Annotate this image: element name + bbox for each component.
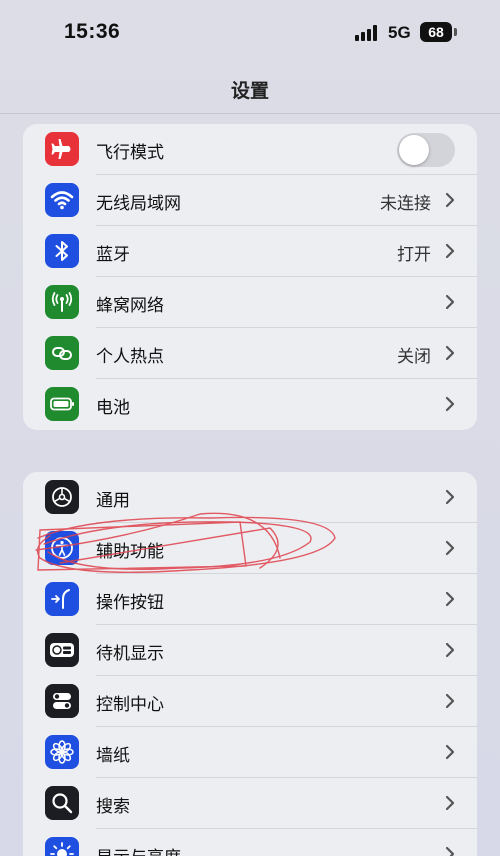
search-icon [45,786,79,820]
chevron-right-icon [445,294,455,310]
row-label: 个人热点 [96,347,164,367]
chevron-right-icon [445,489,455,505]
chevron-right-icon [445,540,455,556]
row-bluetooth[interactable]: 蓝牙 打开 [23,226,477,277]
row-cellular[interactable]: 蜂窝网络 [23,277,477,328]
wallpaper-icon [45,735,79,769]
standby-icon [45,633,79,667]
control-center-icon [45,684,79,718]
row-general[interactable]: 通用 [23,472,477,523]
row-label: 墙纸 [96,746,130,766]
row-control-center[interactable]: 控制中心 [23,676,477,727]
settings-group-general: 通用 辅助功能 操作按钮 待机显示 控制中心 墙纸 搜索 [23,472,477,856]
row-wallpaper[interactable]: 墙纸 [23,727,477,778]
row-label: 电池 [96,398,130,418]
row-value: 未连接 [380,194,431,214]
row-value: 打开 [397,245,431,265]
battery-tip [454,28,457,36]
cellular-icon [45,285,79,319]
row-accessibility[interactable]: 辅助功能 [23,523,477,574]
page-title: 设置 [230,80,269,102]
row-standby[interactable]: 待机显示 [23,625,477,676]
airplane-icon [45,132,79,166]
cellular-signal-icon [355,25,377,41]
battery-icon [45,387,79,421]
nav-bar: 设置 [0,62,500,114]
accessibility-icon [45,531,79,565]
row-label: 蜂窝网络 [96,296,164,316]
row-label: 操作按钮 [96,593,164,613]
chevron-right-icon [445,693,455,709]
action-button-icon [45,582,79,616]
toggle-knob [399,135,429,165]
chevron-right-icon [445,396,455,412]
chevron-right-icon [445,345,455,361]
wifi-icon [45,183,79,217]
row-action-button[interactable]: 操作按钮 [23,574,477,625]
row-battery[interactable]: 电池 [23,379,477,430]
status-time: 15:36 [64,20,121,43]
row-label: 显示与亮度 [96,843,181,856]
row-airplane-mode[interactable]: 飞行模式 [23,124,477,175]
airplane-mode-toggle[interactable] [397,133,455,167]
row-wifi[interactable]: 无线局域网 未连接 [23,175,477,226]
row-label: 辅助功能 [96,542,164,562]
hotspot-icon [45,336,79,370]
battery-level: 68 [420,22,452,42]
row-label: 搜索 [96,797,130,817]
battery-indicator: 68 [420,22,458,42]
chevron-right-icon [445,243,455,259]
chevron-right-icon [445,642,455,658]
network-type: 5G [388,23,411,42]
chevron-right-icon [445,192,455,208]
gear-icon [45,480,79,514]
row-search[interactable]: 搜索 [23,778,477,829]
settings-group-connectivity: 飞行模式 无线局域网 未连接 蓝牙 打开 蜂窝网络 个人热点 关闭 电池 [23,124,477,430]
chevron-right-icon [445,795,455,811]
chevron-right-icon [445,846,455,856]
status-bar: 15:36 5G 68 [0,0,500,62]
row-value: 关闭 [397,347,431,367]
row-personal-hotspot[interactable]: 个人热点 关闭 [23,328,477,379]
bluetooth-icon [45,234,79,268]
chevron-right-icon [445,744,455,760]
row-label: 无线局域网 [96,194,181,214]
chevron-right-icon [445,591,455,607]
brightness-icon [45,837,79,856]
row-label: 飞行模式 [96,143,164,163]
row-label: 通用 [96,491,130,511]
row-display-brightness[interactable]: 显示与亮度 [23,829,477,856]
row-label: 待机显示 [96,644,164,664]
row-label: 控制中心 [96,695,164,715]
row-label: 蓝牙 [96,245,130,265]
